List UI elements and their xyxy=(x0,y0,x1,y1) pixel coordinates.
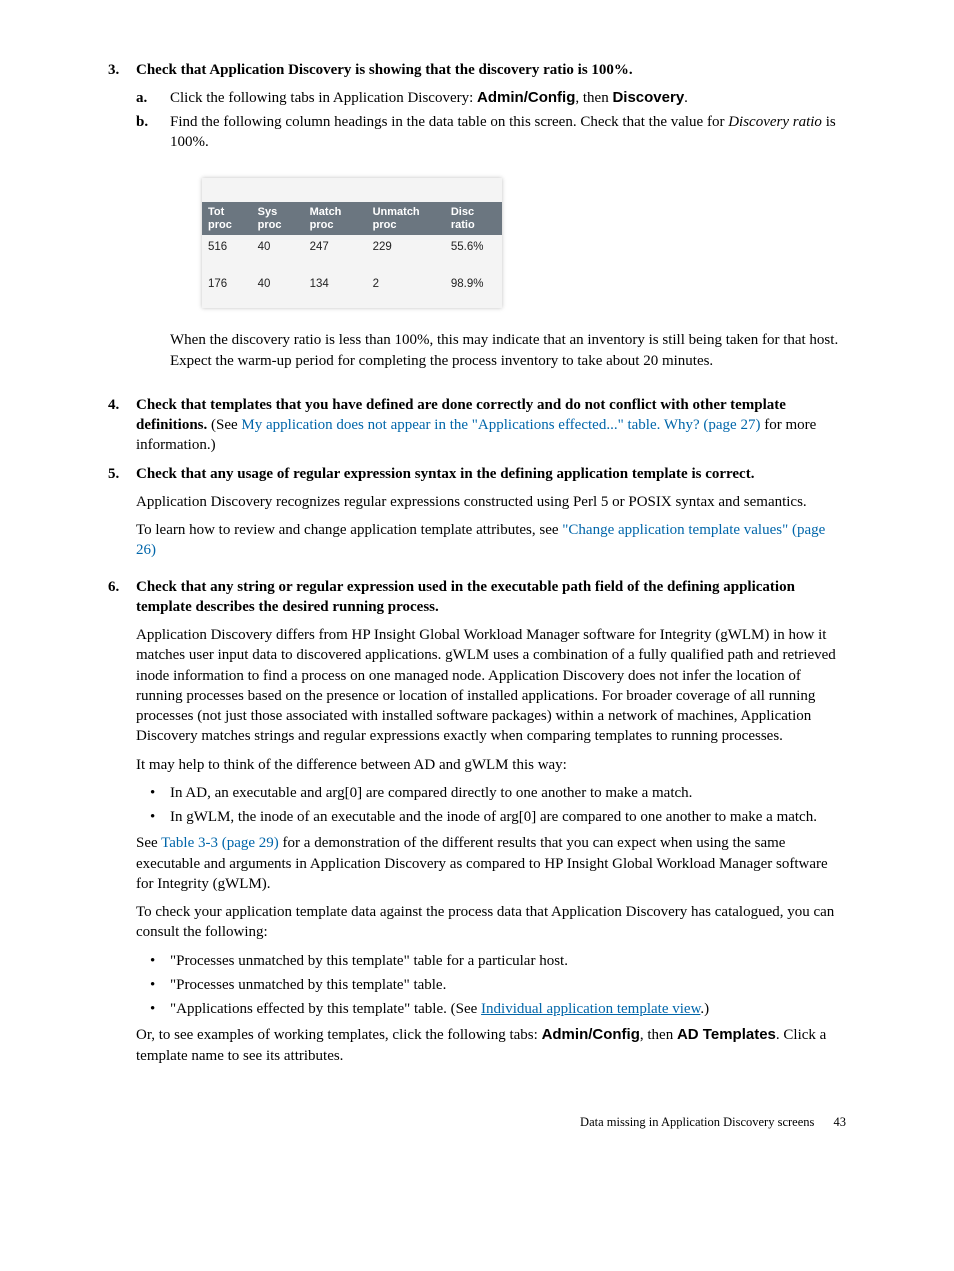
paragraph: It may help to think of the difference b… xyxy=(136,755,846,775)
ordered-list: 3. Check that Application Discovery is s… xyxy=(108,60,846,1074)
cross-ref-link[interactable]: Table 3-3 (page 29) xyxy=(161,835,279,851)
col-header: Disc ratio xyxy=(445,202,502,235)
bullet-item: In gWLM, the inode of an executable and … xyxy=(136,807,846,827)
cross-ref-link[interactable]: My application does not appear in the "A… xyxy=(241,417,760,433)
sub-item-a: a. Click the following tabs in Applicati… xyxy=(136,88,846,108)
bullet-item: "Processes unmatched by this template" t… xyxy=(136,951,846,971)
col-header: Sys proc xyxy=(252,202,304,235)
item-body: Check that Application Discovery is show… xyxy=(136,60,846,387)
col-header: Match proc xyxy=(304,202,367,235)
hyperlink[interactable]: Individual application template view xyxy=(481,1001,700,1017)
list-item-4: 4. Check that templates that you have de… xyxy=(108,395,846,456)
text: , then xyxy=(640,1027,677,1043)
text: (See xyxy=(207,417,241,433)
text: See xyxy=(136,835,161,851)
sub-item-b: b. Find the following column headings in… xyxy=(136,112,846,379)
tab-name: AD Templates xyxy=(677,1026,776,1043)
page-number: 43 xyxy=(834,1115,847,1129)
item-title: Check that Application Discovery is show… xyxy=(136,62,633,78)
bullet-list: "Processes unmatched by this template" t… xyxy=(136,951,846,1020)
bullet-list: In AD, an executable and arg[0] are comp… xyxy=(136,783,846,828)
text: "Applications effected by this template"… xyxy=(170,1001,481,1017)
cell: 176 xyxy=(202,272,252,309)
cell: 55.6% xyxy=(445,235,502,272)
cell: 134 xyxy=(304,272,367,309)
text: .) xyxy=(700,1001,709,1017)
sub-list: a. Click the following tabs in Applicati… xyxy=(136,88,846,379)
page-footer: Data missing in Application Discovery sc… xyxy=(108,1114,846,1131)
tab-name: Discovery xyxy=(612,89,684,106)
cell: 40 xyxy=(252,235,304,272)
table-row: 516 40 247 229 55.6% xyxy=(202,235,502,272)
cell: 40 xyxy=(252,272,304,309)
item-number: 6. xyxy=(108,577,136,1074)
sub-number: b. xyxy=(136,112,170,379)
list-item-6: 6. Check that any string or regular expr… xyxy=(108,577,846,1074)
cell: 98.9% xyxy=(445,272,502,309)
item-number: 3. xyxy=(108,60,136,387)
item-number: 5. xyxy=(108,464,136,569)
bullet-item: "Applications effected by this template"… xyxy=(136,999,846,1019)
col-header: Tot proc xyxy=(202,202,252,235)
data-table-wrap: Tot proc Sys proc Match proc Unmatch pro… xyxy=(202,178,502,308)
bullet-item: In AD, an executable and arg[0] are comp… xyxy=(136,783,846,803)
text: . xyxy=(684,90,688,106)
cell: 247 xyxy=(304,235,367,272)
list-item-3: 3. Check that Application Discovery is s… xyxy=(108,60,846,387)
paragraph: Application Discovery differs from HP In… xyxy=(136,625,846,747)
paragraph: When the discovery ratio is less than 10… xyxy=(170,330,846,371)
col-header: Unmatch proc xyxy=(367,202,445,235)
cell: 229 xyxy=(367,235,445,272)
text: To learn how to review and change applic… xyxy=(136,522,562,538)
italic-term: Discovery ratio xyxy=(728,114,822,130)
text: Click the following tabs in Application … xyxy=(170,90,477,106)
cell: 516 xyxy=(202,235,252,272)
item-number: 4. xyxy=(108,395,136,456)
data-table: Tot proc Sys proc Match proc Unmatch pro… xyxy=(202,202,502,308)
item-body: Check that any string or regular express… xyxy=(136,577,846,1074)
footer-title: Data missing in Application Discovery sc… xyxy=(580,1115,814,1129)
text: Or, to see examples of working templates… xyxy=(136,1027,542,1043)
paragraph: To check your application template data … xyxy=(136,902,846,943)
cell: 2 xyxy=(367,272,445,309)
table-row: 176 40 134 2 98.9% xyxy=(202,272,502,309)
text: Find the following column headings in th… xyxy=(170,114,728,130)
tab-name: Admin/Config xyxy=(477,89,575,106)
bullet-item: "Processes unmatched by this template" t… xyxy=(136,975,846,995)
sub-body: Click the following tabs in Application … xyxy=(170,88,846,108)
item-title: Check that any string or regular express… xyxy=(136,579,795,615)
list-item-5: 5. Check that any usage of regular expre… xyxy=(108,464,846,569)
item-body: Check that any usage of regular expressi… xyxy=(136,464,846,569)
tab-name: Admin/Config xyxy=(542,1026,640,1043)
text: , then xyxy=(575,90,612,106)
table-header-row: Tot proc Sys proc Match proc Unmatch pro… xyxy=(202,202,502,235)
item-title: Check that any usage of regular expressi… xyxy=(136,466,754,482)
item-body: Check that templates that you have defin… xyxy=(136,395,846,456)
sub-number: a. xyxy=(136,88,170,108)
paragraph: Application Discovery recognizes regular… xyxy=(136,492,846,512)
sub-body: Find the following column headings in th… xyxy=(170,112,846,379)
